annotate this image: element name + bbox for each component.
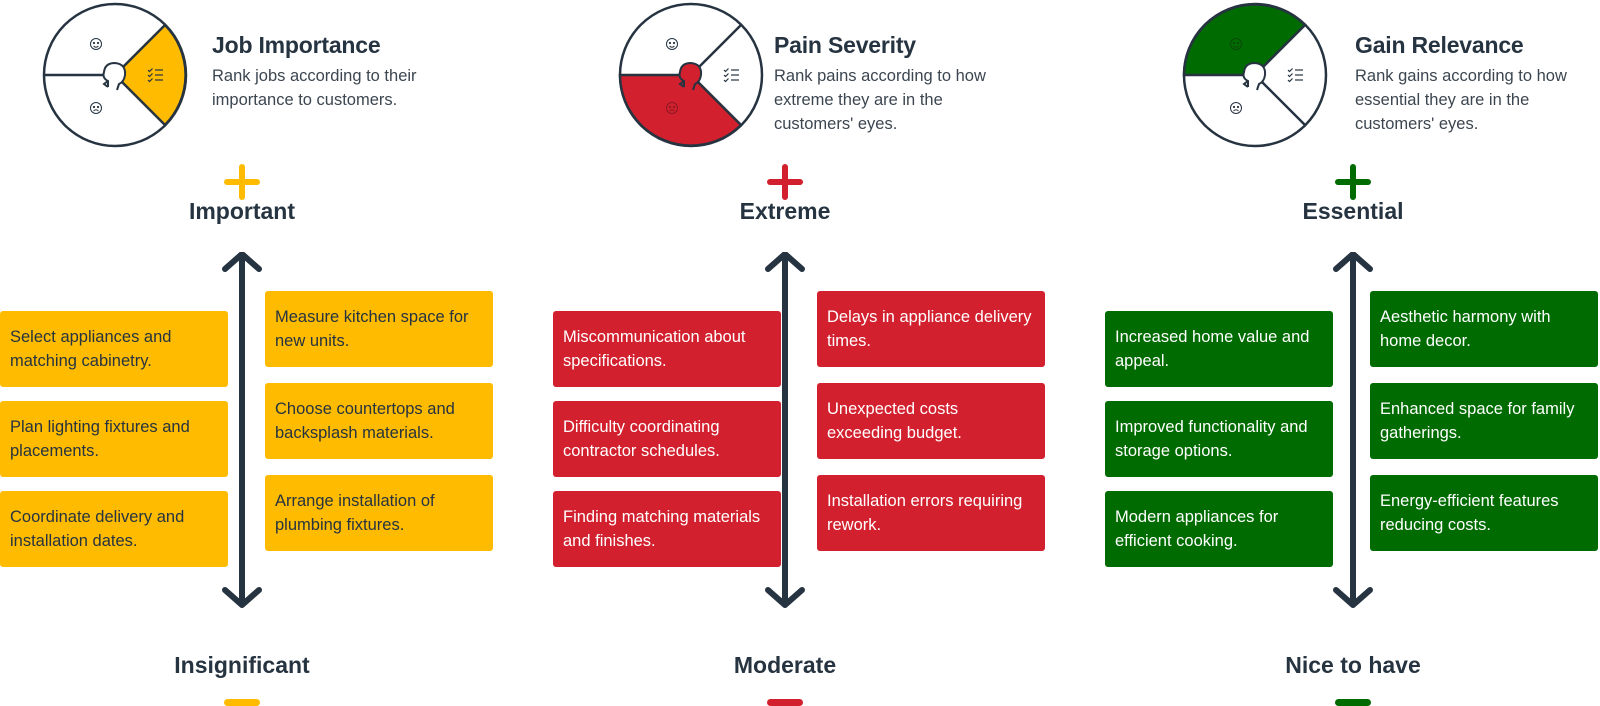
minus-icon (224, 699, 260, 706)
bottom-rank-label: Insignificant (174, 652, 310, 678)
job-importance-column: Job Importance Rank jobs according to th… (0, 0, 540, 706)
job-card: Select appliances and matching cabinetry… (0, 311, 228, 387)
job-card: Measure kitchen space for new units. (265, 291, 493, 367)
top-rank-label: Important (188, 198, 296, 224)
minus-icon (767, 699, 803, 706)
pain-card: Finding matching materials and finishes. (553, 491, 781, 567)
plus-icon (224, 164, 260, 200)
plus-icon (1335, 164, 1371, 200)
section-title: Gain Relevance (1355, 32, 1524, 58)
job-card: Plan lighting fixtures and placements. (0, 401, 228, 477)
section-title: Pain Severity (774, 32, 916, 58)
gain-card: Increased home value and appeal. (1105, 311, 1333, 387)
top-rank-label: Extreme (739, 198, 831, 224)
pain-severity-column: Pain Severity Rank pains according to ho… (540, 0, 1080, 706)
job-card: Arrange installation of plumbing fixture… (265, 475, 493, 551)
bottom-rank-label: Nice to have (1285, 652, 1421, 678)
pain-card: Delays in appliance delivery times. (817, 291, 1045, 367)
gain-card: Energy-efficient features reducing costs… (1370, 475, 1598, 551)
gain-card: Aesthetic harmony with home decor. (1370, 291, 1598, 367)
section-description: Rank pains according to how extreme they… (774, 67, 986, 133)
gain-card: Modern appliances for efficient cooking. (1105, 491, 1333, 567)
job-card: Coordinate delivery and installation dat… (0, 491, 228, 567)
pain-card: Miscommunication about specifications. (553, 311, 781, 387)
job-card: Choose countertops and backsplash materi… (265, 383, 493, 459)
bottom-rank-label: Moderate (733, 652, 837, 678)
gain-card: Improved functionality and storage optio… (1105, 401, 1333, 477)
gain-relevance-column: Gain Relevance Rank gains according to h… (1080, 0, 1600, 706)
double-arrow-axis-icon (1333, 252, 1373, 608)
section-description: Rank gains according to how essential th… (1355, 67, 1567, 133)
section-title: Job Importance (212, 32, 381, 58)
top-rank-label: Essential (1302, 198, 1404, 224)
pain-card: Installation errors requiring rework. (817, 475, 1045, 551)
pain-card: Unexpected costs exceeding budget. (817, 383, 1045, 459)
pain-card: Difficulty coordinating contractor sched… (553, 401, 781, 477)
customer-profile-wheel-jobs (42, 2, 188, 148)
customer-profile-wheel-pains (618, 2, 764, 148)
minus-icon (1335, 699, 1371, 706)
plus-icon (767, 164, 803, 200)
gain-card: Enhanced space for family gatherings. (1370, 383, 1598, 459)
section-description: Rank jobs according to their importance … (212, 67, 417, 109)
customer-profile-wheel-gains (1182, 2, 1328, 148)
